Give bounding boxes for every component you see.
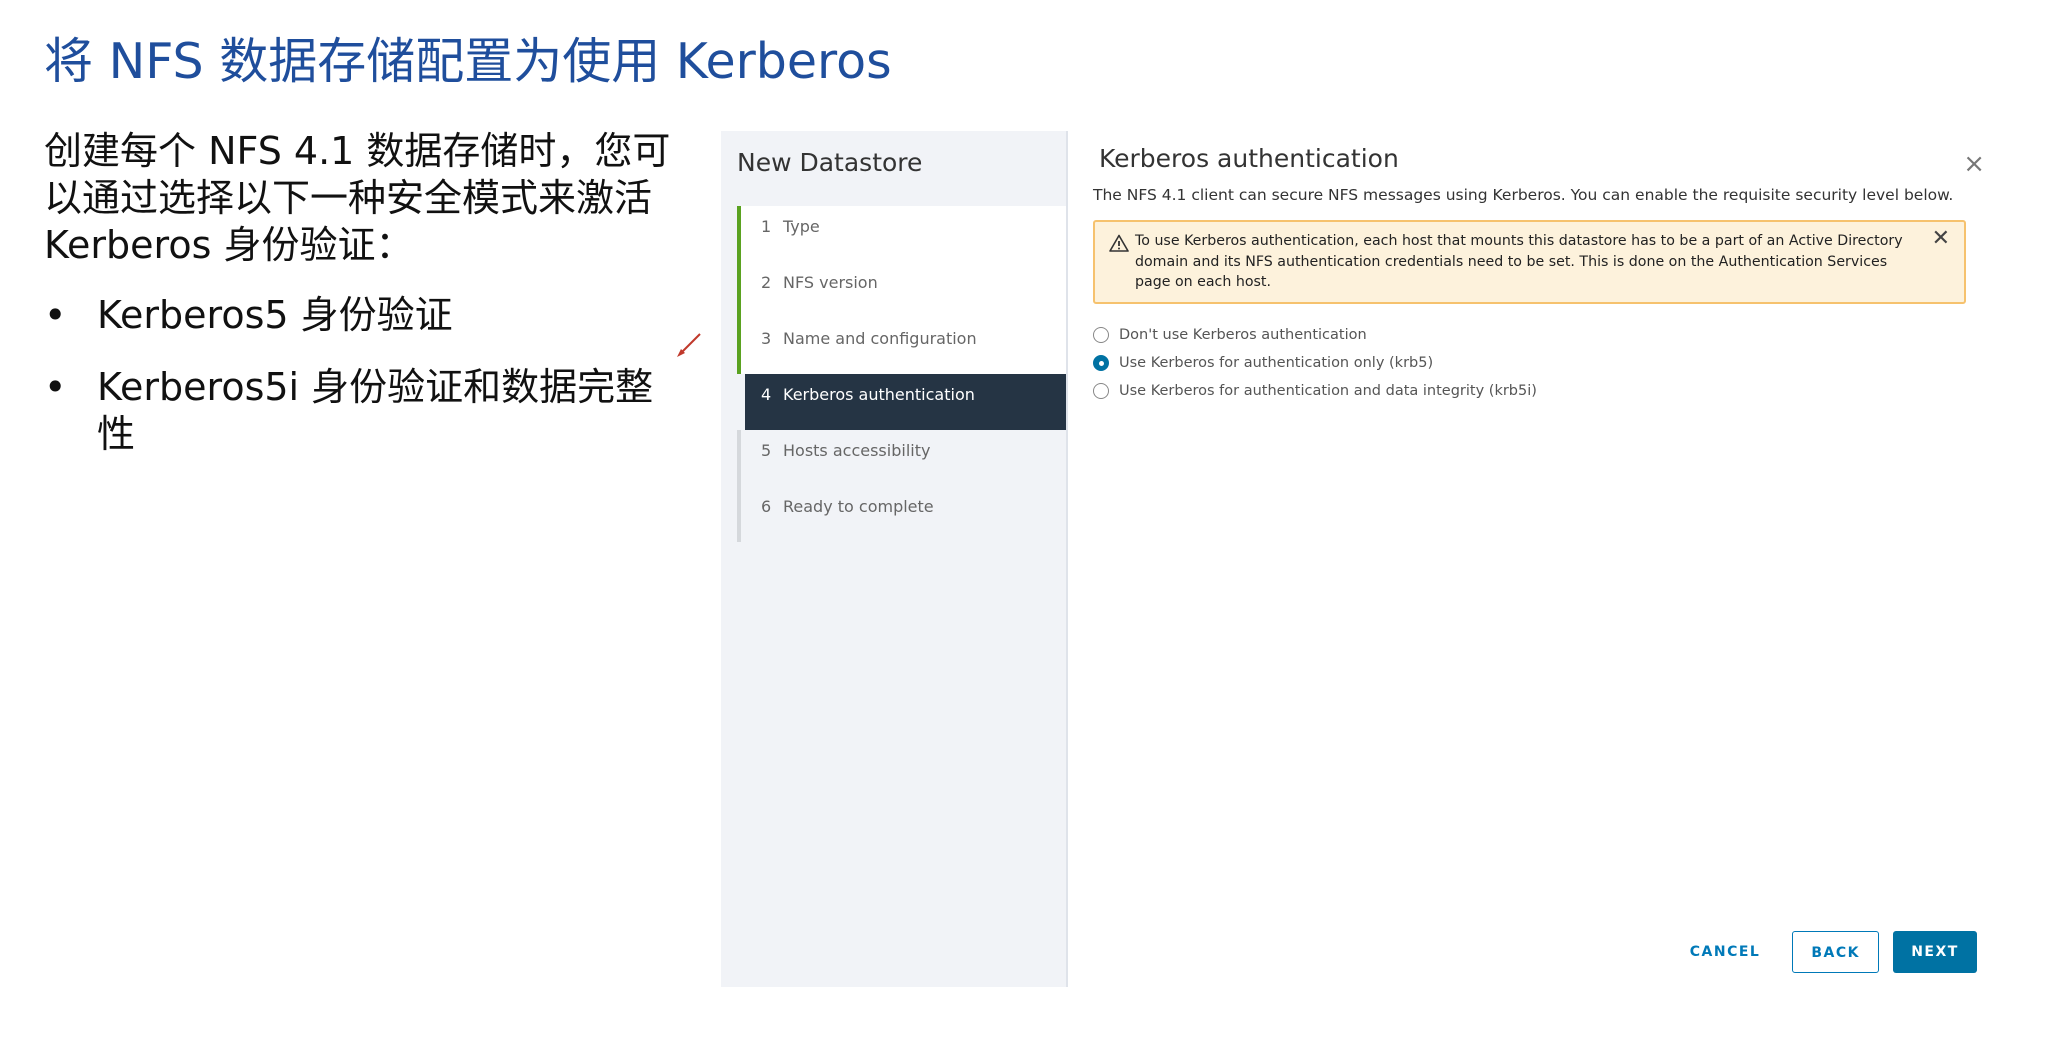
slide-title: 将 NFS 数据存储配置为使用 Kerberos bbox=[44, 33, 892, 90]
radio-button[interactable] bbox=[1093, 327, 1109, 343]
step-name-and-configuration[interactable]: 3 Name and configuration bbox=[737, 318, 1066, 374]
next-button[interactable]: NEXT bbox=[1893, 931, 1977, 973]
radio-option-no-kerberos[interactable]: Don't use Kerberos authentication bbox=[1093, 321, 1537, 349]
step-label: Ready to complete bbox=[783, 497, 934, 516]
page-description: The NFS 4.1 client can secure NFS messag… bbox=[1093, 186, 1954, 204]
bullet-item: • Kerberos5 身份验证 bbox=[44, 292, 684, 339]
step-kerberos-authentication[interactable]: 4 Kerberos authentication bbox=[745, 374, 1066, 430]
radio-button-selected[interactable] bbox=[1093, 355, 1109, 371]
step-list: 1 Type 2 NFS version 3 Name and configurati… bbox=[737, 206, 1066, 542]
bullet-item: • Kerberos5i 身份验证和数据完整性 bbox=[44, 364, 684, 458]
step-ready-to-complete: 6 Ready to complete bbox=[737, 486, 1066, 542]
slide-intro: 创建每个 NFS 4.1 数据存储时，您可以通过选择以下一种安全模式来激活 Ke… bbox=[44, 129, 671, 267]
step-number: 5 bbox=[761, 441, 772, 460]
wizard-footer: CANCEL BACK NEXT bbox=[1672, 931, 1977, 973]
step-label: Hosts accessibility bbox=[783, 441, 931, 460]
radio-label: Don't use Kerberos authentication bbox=[1119, 327, 1367, 343]
step-label: Name and configuration bbox=[783, 329, 977, 348]
alert-close-icon[interactable]: ✕ bbox=[1932, 226, 1950, 251]
bullet-list: • Kerberos5 身份验证 • Kerberos5i 身份验证和数据完整性 bbox=[44, 292, 684, 483]
step-hosts-accessibility: 5 Hosts accessibility bbox=[737, 430, 1066, 486]
security-mode-options: Don't use Kerberos authentication Use Ke… bbox=[1093, 321, 1537, 405]
warning-triangle-icon bbox=[1109, 234, 1129, 252]
back-button[interactable]: BACK bbox=[1792, 931, 1879, 973]
step-label: Type bbox=[783, 217, 820, 236]
wizard-content: Kerberos authentication × The NFS 4.1 cl… bbox=[1093, 131, 2011, 987]
wizard-step-nav: New Datastore 1 Type 2 NFS version 3 Name a… bbox=[721, 131, 1068, 987]
new-datastore-wizard: New Datastore 1 Type 2 NFS version 3 Name a… bbox=[721, 131, 2011, 987]
radio-button[interactable] bbox=[1093, 383, 1109, 399]
wizard-title: New Datastore bbox=[737, 148, 923, 177]
page-heading: Kerberos authentication bbox=[1099, 144, 1399, 173]
radio-option-krb5i[interactable]: Use Kerberos for authentication and data… bbox=[1093, 377, 1537, 405]
bullet-symbol: • bbox=[44, 365, 67, 409]
step-number: 1 bbox=[761, 217, 772, 236]
bullet-text: Kerberos5 身份验证 bbox=[97, 293, 453, 337]
radio-option-krb5[interactable]: Use Kerberos for authentication only (kr… bbox=[1093, 349, 1537, 377]
step-type[interactable]: 1 Type bbox=[737, 206, 1066, 262]
step-number: 2 bbox=[761, 273, 772, 292]
step-label: NFS version bbox=[783, 273, 878, 292]
step-nfs-version[interactable]: 2 NFS version bbox=[737, 262, 1066, 318]
radio-label: Use Kerberos for authentication and data… bbox=[1119, 383, 1537, 399]
bullet-symbol: • bbox=[44, 293, 67, 337]
bullet-text: Kerberos5i 身份验证和数据完整性 bbox=[97, 365, 654, 456]
step-number: 6 bbox=[761, 497, 772, 516]
close-icon[interactable]: × bbox=[1963, 149, 1985, 179]
cancel-button[interactable]: CANCEL bbox=[1672, 931, 1779, 973]
pen-icon bbox=[677, 333, 701, 357]
alert-message: To use Kerberos authentication, each hos… bbox=[1135, 233, 1903, 290]
step-number: 3 bbox=[761, 329, 772, 348]
warning-alert: To use Kerberos authentication, each hos… bbox=[1093, 220, 1966, 304]
step-label: Kerberos authentication bbox=[783, 385, 975, 404]
step-number: 4 bbox=[761, 385, 772, 404]
radio-label: Use Kerberos for authentication only (kr… bbox=[1119, 355, 1434, 371]
